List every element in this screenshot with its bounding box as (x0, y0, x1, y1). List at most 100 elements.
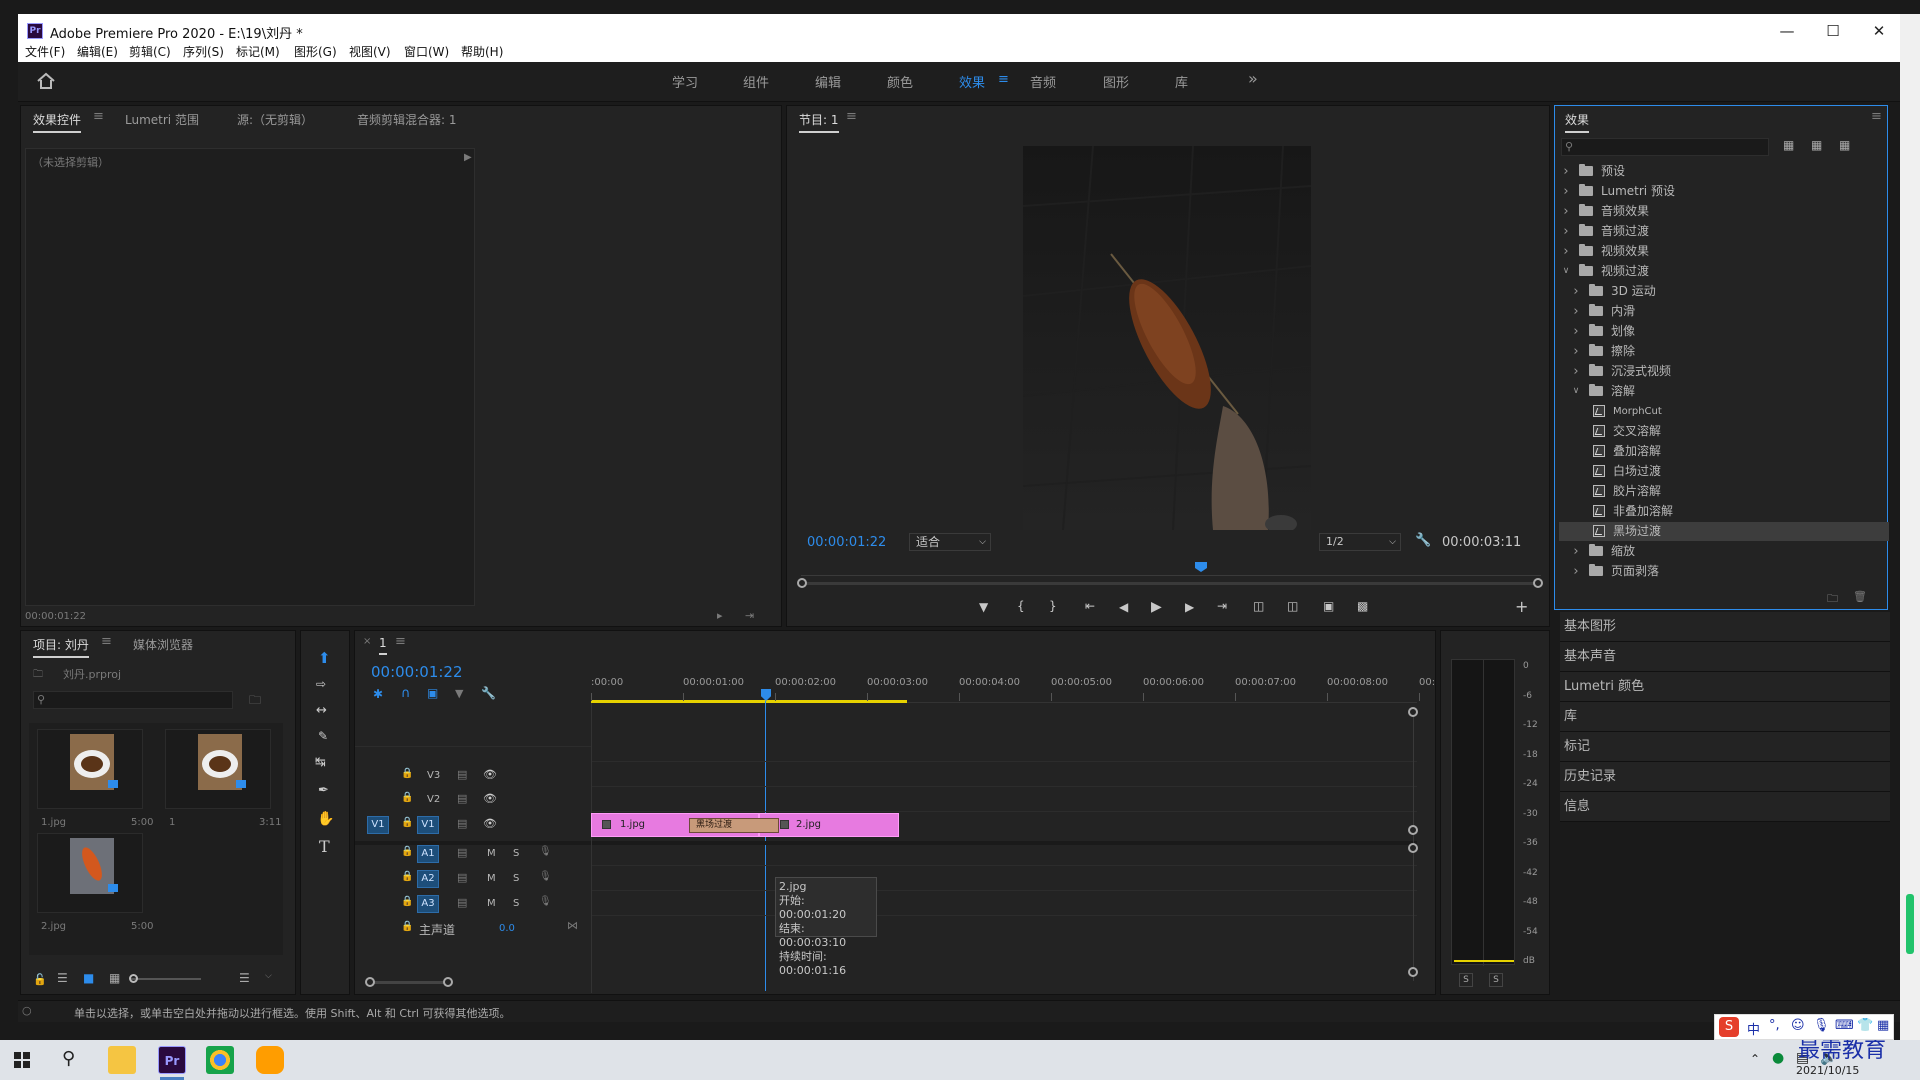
razor-tool-icon[interactable]: ✎ (318, 729, 328, 743)
file-explorer-icon[interactable] (108, 1046, 136, 1074)
chevron-right-icon[interactable]: › (1561, 202, 1571, 221)
tab-lumetri-scopes[interactable]: Lumetri 范围 (125, 111, 199, 128)
source-patch-v1[interactable]: V1 (367, 816, 389, 834)
work-area-bar[interactable] (591, 700, 907, 703)
program-timeline-ruler[interactable] (801, 564, 1541, 576)
hand-tool-icon[interactable]: ✋ (317, 811, 334, 827)
menu-window[interactable]: 窗口(W) (404, 43, 449, 60)
track-select-tool-icon[interactable]: ⇨ (316, 677, 326, 691)
app-icon[interactable] (256, 1046, 284, 1074)
zoom-handle-left[interactable] (797, 578, 807, 588)
lock-icon[interactable]: 🔒 (401, 871, 413, 882)
lock-icon[interactable]: 🔒 (401, 846, 413, 857)
tab-audio-clip-mixer[interactable]: 音频剪辑混合器: 1 (357, 111, 457, 128)
workspace-graphics[interactable]: 图形 (1103, 72, 1129, 91)
effect-item[interactable]: 黑场过渡 (1559, 522, 1889, 541)
voice-icon[interactable]: 🎙 (1813, 1018, 1830, 1033)
home-icon[interactable] (36, 72, 56, 90)
chevron-right-icon[interactable]: › (1561, 242, 1571, 261)
sync-lock-icon[interactable]: ▤ (457, 817, 467, 830)
sync-lock-icon[interactable]: ▤ (457, 768, 467, 781)
sync-lock-icon[interactable]: ▤ (457, 792, 467, 805)
chrome-icon[interactable] (206, 1046, 234, 1074)
effect-folder[interactable]: › 音频过渡 (1559, 222, 1889, 241)
menu-file[interactable]: 文件(F) (25, 43, 65, 60)
workspace-libraries[interactable]: 库 (1175, 72, 1188, 91)
sync-lock-icon[interactable]: ▤ (457, 871, 467, 884)
side-panel-item[interactable]: 基本声音 (1560, 642, 1890, 672)
eye-icon[interactable]: 👁 (483, 817, 497, 830)
play-arrow-icon[interactable]: ▶ (464, 152, 472, 163)
panel-menu-icon[interactable]: ≡ (93, 109, 104, 124)
premiere-taskbar-icon[interactable]: Pr (158, 1046, 186, 1074)
master-volume-value[interactable]: 0.0 (499, 923, 515, 934)
side-panel-item[interactable]: 标记 (1560, 732, 1890, 762)
menu-clip[interactable]: 剪辑(C) (129, 43, 171, 60)
scroll-handle[interactable] (1408, 843, 1418, 853)
sync-lock-icon[interactable]: ▤ (457, 846, 467, 859)
lock-icon[interactable]: 🔒 (401, 921, 413, 932)
menu-marker[interactable]: 标记(M) (236, 43, 280, 60)
selection-tool-icon[interactable]: ⬆ (318, 649, 331, 667)
effect-folder[interactable]: › 预设 (1559, 162, 1889, 181)
export-icon[interactable]: ⇥ (745, 609, 754, 622)
lock-icon[interactable]: 🔒 (401, 896, 413, 907)
chevron-down-icon[interactable]: ⌵ (265, 971, 272, 981)
eye-icon[interactable]: 👁 (483, 792, 497, 805)
workspace-menu-icon[interactable]: ≡ (998, 72, 1009, 87)
wrench-icon[interactable]: 🔧 (1415, 533, 1431, 548)
menu-graphics[interactable]: 图形(G) (294, 43, 337, 60)
chevron-right-icon[interactable]: › (1571, 302, 1581, 321)
solo-left-button[interactable]: S (1459, 973, 1473, 987)
workspace-color[interactable]: 颜色 (887, 72, 913, 91)
workspace-learn[interactable]: 学习 (672, 72, 698, 91)
icon-view-icon[interactable]: ■ (83, 971, 94, 985)
project-item-2jpg[interactable] (37, 833, 143, 913)
horizontal-zoom-bar[interactable] (369, 981, 449, 984)
scroll-handle[interactable] (1408, 825, 1418, 835)
track-target-a1[interactable]: A1 (417, 845, 439, 863)
eye-icon[interactable]: 👁 (483, 768, 497, 781)
sort-icon[interactable]: ☰ (239, 971, 250, 985)
sync-lock-icon[interactable]: ▤ (457, 896, 467, 909)
effect-folder[interactable]: ∨ 视频过渡 (1559, 262, 1889, 281)
filter-icon[interactable]: ▸ (717, 609, 723, 622)
lift-icon[interactable]: ◫ (1253, 599, 1264, 613)
zoom-handle-right[interactable] (1533, 578, 1543, 588)
mute-a2[interactable]: M (487, 873, 496, 884)
keyboard-icon[interactable]: ⌨ (1835, 1018, 1854, 1033)
sogou-icon[interactable]: S (1719, 1017, 1739, 1037)
tray-app-icon[interactable]: ● (1772, 1050, 1784, 1066)
fit-dropdown[interactable]: 适合 ⌵ (909, 533, 991, 551)
play-icon[interactable]: ▶ (1151, 599, 1162, 615)
track-target-a2[interactable]: A2 (417, 870, 439, 888)
clip-2jpg[interactable]: 2.jpg (759, 813, 899, 837)
solo-a2[interactable]: S (513, 873, 519, 884)
thumbnail-size-slider[interactable] (131, 978, 201, 980)
effect-folder[interactable]: ∨ 溶解 (1559, 382, 1889, 401)
program-video-frame[interactable] (1023, 146, 1311, 530)
ripple-edit-tool-icon[interactable]: ↔ (316, 703, 327, 718)
effect-item[interactable]: 交叉溶解 (1559, 422, 1889, 441)
side-panel-item[interactable]: 历史记录 (1560, 762, 1890, 792)
track-target-v1[interactable]: V1 (417, 816, 439, 834)
mark-in-icon[interactable]: { (1017, 599, 1025, 613)
slider-handle[interactable] (129, 974, 138, 983)
32bit-effects-icon[interactable]: ▦ (1811, 138, 1822, 152)
go-to-master-icon[interactable]: ⋈ (567, 919, 578, 932)
effect-item[interactable]: 非叠加溶解 (1559, 502, 1889, 521)
panel-menu-icon[interactable]: ≡ (395, 634, 406, 649)
effect-item[interactable]: 胶片溶解 (1559, 482, 1889, 501)
add-marker-icon[interactable]: ▼ (979, 600, 988, 614)
extract-icon[interactable]: ◫ (1287, 599, 1298, 613)
ime-mode[interactable]: 中 (1747, 1019, 1760, 1038)
freeform-view-icon[interactable]: ▦ (109, 971, 120, 985)
nest-icon[interactable]: ✱ (373, 687, 383, 701)
lock-icon[interactable]: 🔓 (33, 973, 47, 986)
menu-help[interactable]: 帮助(H) (461, 43, 503, 60)
program-zoom-bar[interactable] (801, 582, 1541, 585)
side-panel-item[interactable]: 基本图形 (1560, 612, 1890, 642)
chevron-right-icon[interactable]: › (1561, 162, 1571, 181)
side-panel-item[interactable]: Lumetri 颜色 (1560, 672, 1890, 702)
list-view-icon[interactable]: ☰ (57, 971, 68, 985)
